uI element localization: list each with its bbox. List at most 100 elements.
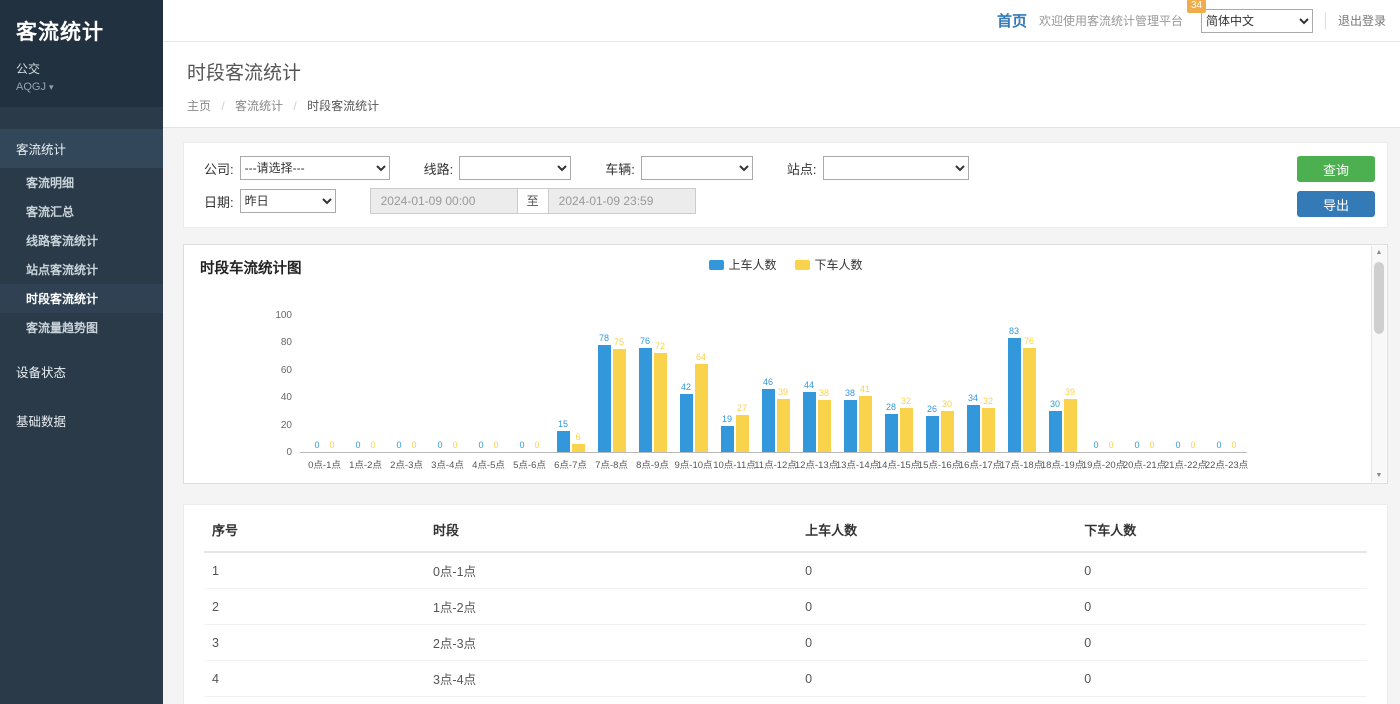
date-start-input[interactable] xyxy=(370,188,518,214)
content: 公司: ---请选择--- 线路: 车辆: 站点: xyxy=(163,128,1400,704)
bar-group: 001点-2点 xyxy=(345,316,386,452)
query-button[interactable]: 查询 xyxy=(1297,156,1375,182)
sidebar-section-3[interactable]: 基础数据 xyxy=(0,401,163,440)
bar[interactable] xyxy=(695,364,708,452)
bar[interactable] xyxy=(613,349,626,452)
breadcrumb-home[interactable]: 主页 xyxy=(187,99,211,113)
x-tick-label: 22点-23点 xyxy=(1205,457,1248,471)
line-filter: 线路: xyxy=(424,156,572,180)
chevron-down-icon: ▾ xyxy=(49,82,54,92)
breadcrumb-section[interactable]: 客流统计 xyxy=(235,99,283,113)
bar[interactable] xyxy=(859,396,872,452)
sidebar-section-2[interactable]: 设备状态 xyxy=(0,352,163,391)
chart-scrollbar[interactable]: ▲ ▼ xyxy=(1371,246,1386,482)
date-preset-select[interactable]: 昨日 xyxy=(240,189,336,213)
bar[interactable] xyxy=(818,400,831,452)
export-button[interactable]: 导出 xyxy=(1297,191,1375,217)
table-cell: 0 xyxy=(1076,552,1367,589)
bar[interactable] xyxy=(1023,348,1036,452)
sidebar-item[interactable]: 线路客流统计 xyxy=(0,226,163,255)
bar[interactable] xyxy=(900,408,913,452)
bar[interactable] xyxy=(967,405,980,452)
scrollbar-thumb[interactable] xyxy=(1374,262,1384,334)
bar[interactable] xyxy=(654,353,667,452)
table-cell: 4 xyxy=(204,661,425,697)
vehicle-select[interactable] xyxy=(641,156,753,180)
bar-value-label: 39 xyxy=(1065,387,1075,398)
bar[interactable] xyxy=(598,345,611,452)
sidebar-item[interactable]: 客流汇总 xyxy=(0,197,163,226)
bar[interactable] xyxy=(680,394,693,452)
bar[interactable] xyxy=(803,392,816,452)
date-label: 日期: xyxy=(204,192,234,211)
legend-label: 上车人数 xyxy=(728,256,776,273)
y-tick-label: 0 xyxy=(256,447,292,458)
stats-table: 序号时段上车人数下车人数 10点-1点0021点-2点0032点-3点0043点… xyxy=(204,507,1367,704)
bar[interactable] xyxy=(1049,411,1062,452)
station-select[interactable] xyxy=(823,156,969,180)
bar[interactable] xyxy=(1064,399,1077,452)
bar-value-label: 6 xyxy=(575,432,580,443)
page-head: 时段客流统计 主页 / 客流统计 / 时段客流统计 xyxy=(163,42,1400,128)
sidebar-item[interactable]: 客流量趋势图 xyxy=(0,313,163,342)
bar[interactable] xyxy=(639,348,652,452)
bar-group: 0021点-22点 xyxy=(1165,316,1206,452)
bar-value-label: 0 xyxy=(1175,440,1180,451)
bar-group: 283214点-15点 xyxy=(878,316,919,452)
bar-value-label: 39 xyxy=(778,387,788,398)
line-select[interactable] xyxy=(459,156,571,180)
table-cell: 0 xyxy=(1076,661,1367,697)
table-header-cell: 下车人数 xyxy=(1076,507,1367,552)
table-header-cell: 序号 xyxy=(204,507,425,552)
x-tick-label: 8点-9点 xyxy=(636,457,669,471)
bar-value-label: 0 xyxy=(1093,440,1098,451)
sidebar-item[interactable]: 站点客流统计 xyxy=(0,255,163,284)
x-tick-label: 10点-11点 xyxy=(713,457,756,471)
welcome-text: 欢迎使用客流统计管理平台 xyxy=(1039,12,1183,29)
vehicle-label: 车辆: xyxy=(605,159,635,178)
date-end-input[interactable] xyxy=(548,188,696,214)
table-cell: 3 xyxy=(204,625,425,661)
bar-group: 384113点-14点 xyxy=(837,316,878,452)
table-cell: 5 xyxy=(204,697,425,704)
bar-group: 002点-3点 xyxy=(386,316,427,452)
bar-value-label: 0 xyxy=(478,440,483,451)
logout-link[interactable]: 退出登录 xyxy=(1325,12,1386,29)
y-tick-label: 80 xyxy=(256,337,292,348)
bar[interactable] xyxy=(982,408,995,452)
bar-group: 192710点-11点 xyxy=(714,316,755,452)
scroll-down-icon[interactable]: ▼ xyxy=(1372,472,1386,479)
notification-badge[interactable]: 34 xyxy=(1187,0,1206,13)
bar[interactable] xyxy=(844,400,857,452)
bar[interactable] xyxy=(885,414,898,452)
table-cell: 0 xyxy=(1076,589,1367,625)
bar[interactable] xyxy=(736,415,749,452)
bar[interactable] xyxy=(572,444,585,452)
table-cell: 0点-1点 xyxy=(425,552,797,589)
bar-value-label: 30 xyxy=(1050,399,1060,410)
company-select[interactable]: ---请选择--- xyxy=(240,156,390,180)
sidebar-item[interactable]: 时段客流统计 xyxy=(0,284,163,313)
x-tick-label: 21点-22点 xyxy=(1164,457,1207,471)
bar[interactable] xyxy=(762,389,775,452)
bar[interactable] xyxy=(721,426,734,452)
bar[interactable] xyxy=(926,416,939,452)
topbar: 首页 欢迎使用客流统计管理平台 34 简体中文 退出登录 xyxy=(163,0,1400,42)
sidebar-item[interactable]: 客流明细 xyxy=(0,168,163,197)
legend-item[interactable]: 上车人数 xyxy=(708,256,776,273)
bar-value-label: 0 xyxy=(1190,440,1195,451)
bar[interactable] xyxy=(777,399,790,452)
legend-item[interactable]: 下车人数 xyxy=(795,256,863,273)
bar[interactable] xyxy=(941,411,954,452)
x-tick-label: 3点-4点 xyxy=(431,457,464,471)
bar-group: 837617点-18点 xyxy=(1001,316,1042,452)
org-code-dropdown[interactable]: AQGJ ▾ xyxy=(16,81,147,93)
bar-value-label: 19 xyxy=(722,414,732,425)
bar[interactable] xyxy=(557,431,570,452)
sidebar-section-1[interactable]: 客流统计 xyxy=(0,129,163,168)
bar[interactable] xyxy=(1008,338,1021,452)
language-select[interactable]: 简体中文 xyxy=(1201,9,1313,33)
scroll-up-icon[interactable]: ▲ xyxy=(1372,249,1386,256)
home-link[interactable]: 首页 xyxy=(997,10,1027,31)
table-row: 21点-2点00 xyxy=(204,589,1367,625)
